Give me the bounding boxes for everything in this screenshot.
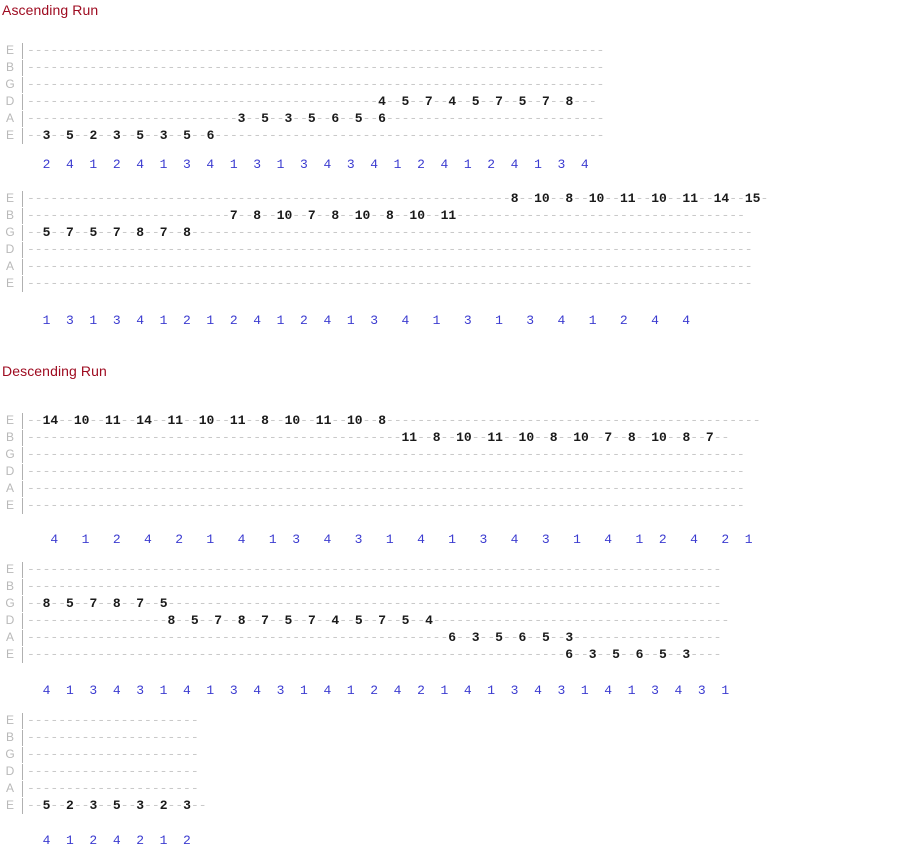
- staff-start-bar: [22, 276, 23, 292]
- tab-line: --------------------------7--8--10--7--8…: [27, 208, 745, 223]
- string-label-d-3: D: [5, 613, 15, 627]
- staff-start-bar: [22, 764, 23, 780]
- staff-start-bar: [22, 798, 23, 814]
- section-title: Ascending Run: [2, 2, 99, 18]
- string-label-g-2: G: [5, 747, 15, 761]
- string-label-e-5: E: [5, 798, 14, 812]
- tab-line: --5--7--5--7--8--7--8-------------------…: [27, 225, 753, 240]
- tab-line: ----------------------------------------…: [27, 464, 745, 479]
- tab-line: ------------------8--5--7--8--7--5--7--4…: [27, 613, 730, 628]
- staff-start-bar: [22, 562, 23, 578]
- string-label-g-2: G: [5, 596, 15, 610]
- string-label-b-1: B: [5, 208, 14, 222]
- string-label-e-0: E: [5, 191, 14, 205]
- staff-start-bar: [22, 60, 23, 76]
- tab-line: ---------------------------3--5--3--5--6…: [27, 111, 605, 126]
- string-label-e-0: E: [5, 562, 14, 576]
- staff-start-bar: [22, 94, 23, 110]
- staff-start-bar: [22, 647, 23, 663]
- tab-line: ----------------------: [27, 713, 199, 728]
- string-label-e-5: E: [5, 276, 14, 290]
- staff-start-bar: [22, 43, 23, 59]
- string-label-b-1: B: [5, 730, 14, 744]
- tab-line: --5--2--3--5--3--2--3--: [27, 798, 207, 813]
- tab-line: ----------------------------------------…: [27, 498, 745, 513]
- string-label-a-4: A: [5, 481, 14, 495]
- tab-line: --14--10--11--14--11--10--11--8--10--11-…: [27, 413, 761, 428]
- tab-line: ----------------------------------------…: [27, 562, 722, 577]
- string-label-a-4: A: [5, 259, 14, 273]
- tab-line: ----------------------: [27, 781, 199, 796]
- string-label-a-4: A: [5, 630, 14, 644]
- tab-line: --3--5--2--3--5--3--5--6----------------…: [27, 128, 605, 143]
- tab-line: ----------------------------------------…: [27, 191, 769, 206]
- staff-start-bar: [22, 225, 23, 241]
- tab-line: ----------------------------------------…: [27, 77, 605, 92]
- string-label-d-3: D: [5, 94, 15, 108]
- staff-start-bar: [22, 464, 23, 480]
- string-label-b-1: B: [5, 579, 14, 593]
- tab-line: ----------------------------------------…: [27, 242, 753, 257]
- fingering-row: 4 1 2 4 2 1 4 1 3 4 3 1 4 1 3 4 3 1 4 1 …: [27, 532, 753, 547]
- staff-start-bar: [22, 596, 23, 612]
- staff-start-bar: [22, 111, 23, 127]
- tab-line: ----------------------------------------…: [27, 430, 730, 445]
- string-label-e-5: E: [5, 498, 14, 512]
- staff-start-bar: [22, 430, 23, 446]
- string-label-d-3: D: [5, 464, 15, 478]
- tab-line: ----------------------: [27, 764, 199, 779]
- tab-line: ----------------------------------------…: [27, 60, 605, 75]
- string-label-g-2: G: [5, 447, 15, 461]
- string-label-e-0: E: [5, 713, 14, 727]
- staff-start-bar: [22, 730, 23, 746]
- string-label-b-1: B: [5, 430, 14, 444]
- staff-start-bar: [22, 630, 23, 646]
- string-label-e-0: E: [5, 413, 14, 427]
- staff-start-bar: [22, 191, 23, 207]
- tab-line: ----------------------------------------…: [27, 579, 722, 594]
- staff-start-bar: [22, 481, 23, 497]
- staff-start-bar: [22, 498, 23, 514]
- string-label-a-4: A: [5, 111, 14, 125]
- staff-start-bar: [22, 242, 23, 258]
- string-label-a-4: A: [5, 781, 14, 795]
- staff-start-bar: [22, 747, 23, 763]
- string-label-g-2: G: [5, 225, 15, 239]
- staff-start-bar: [22, 259, 23, 275]
- tab-line: --8--5--7--8--7--5----------------------…: [27, 596, 722, 611]
- string-label-b-1: B: [5, 60, 14, 74]
- staff-start-bar: [22, 713, 23, 729]
- string-label-e-5: E: [5, 647, 14, 661]
- staff-start-bar: [22, 579, 23, 595]
- tab-line: ----------------------------------------…: [27, 647, 722, 662]
- staff-start-bar: [22, 447, 23, 463]
- fingering-row: 4 1 2 4 2 1 2: [27, 833, 191, 848]
- fingering-row: 1 3 1 3 4 1 2 1 2 4 1 2 4 1 3 4 1 3 1 3 …: [27, 313, 691, 328]
- staff-start-bar: [22, 413, 23, 429]
- tab-line: ----------------------------------------…: [27, 447, 745, 462]
- tab-line: ----------------------------------------…: [27, 276, 753, 291]
- tab-page: Ascending Run E --------------------------…: [0, 0, 897, 850]
- string-label-d-3: D: [5, 764, 15, 778]
- staff-start-bar: [22, 208, 23, 224]
- staff-start-bar: [22, 781, 23, 797]
- tab-line: ----------------------------------------…: [27, 94, 597, 109]
- tab-line: ----------------------: [27, 730, 199, 745]
- section-title: Descending Run: [2, 363, 107, 379]
- tab-line: ----------------------------------------…: [27, 481, 745, 496]
- staff-start-bar: [22, 128, 23, 144]
- string-label-g-2: G: [5, 77, 15, 91]
- tab-line: ----------------------------------------…: [27, 259, 753, 274]
- string-label-e-0: E: [5, 43, 14, 57]
- staff-start-bar: [22, 77, 23, 93]
- staff-start-bar: [22, 613, 23, 629]
- fingering-row: 2 4 1 2 4 1 3 4 1 3 1 3 4 3 4 1 2 4 1 2 …: [27, 157, 589, 172]
- tab-line: ----------------------------------------…: [27, 630, 722, 645]
- fingering-row: 4 1 3 4 3 1 4 1 3 4 3 1 4 1 2 4 2 1 4 1 …: [27, 683, 730, 698]
- string-label-e-5: E: [5, 128, 14, 142]
- tab-line: ----------------------------------------…: [27, 43, 605, 58]
- tab-line: ----------------------: [27, 747, 199, 762]
- string-label-d-3: D: [5, 242, 15, 256]
